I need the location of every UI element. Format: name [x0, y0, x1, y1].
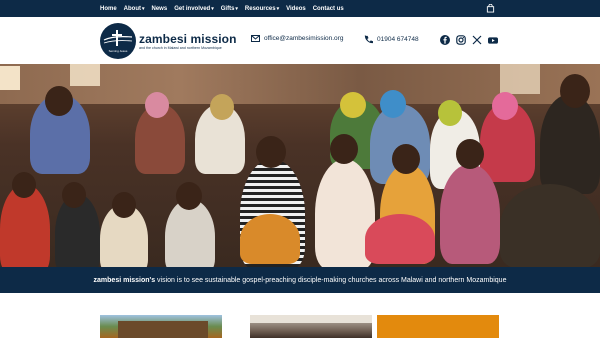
- child-head: [392, 144, 420, 174]
- child: [440, 164, 500, 264]
- nav-item-home[interactable]: Home: [100, 6, 117, 12]
- instagram-icon[interactable]: [456, 35, 466, 45]
- shopping-bag-icon[interactable]: [486, 4, 495, 13]
- chevron-down-icon: ▾: [235, 5, 238, 12]
- social-links: [440, 35, 498, 45]
- chevron-down-icon: ▾: [211, 5, 214, 12]
- email-link[interactable]: office@zambesimission.org: [251, 35, 343, 42]
- headscarf: [145, 92, 169, 118]
- nav-item-videos[interactable]: Videos: [286, 6, 306, 12]
- child-head: [176, 182, 202, 210]
- x-icon[interactable]: [472, 35, 482, 45]
- logo-tagline: and the church in Malawi and northern Mo…: [139, 45, 222, 50]
- person: [540, 94, 600, 194]
- nav-item-resources[interactable]: Resources ▾: [245, 6, 279, 12]
- person: [500, 184, 600, 267]
- hero-image: [0, 64, 600, 267]
- person-head: [560, 74, 590, 108]
- child-head: [456, 139, 484, 169]
- child-head: [62, 182, 86, 208]
- nav-item-news[interactable]: News: [152, 6, 168, 12]
- youtube-icon[interactable]: [488, 35, 498, 45]
- logo-cross-icon: Serving Jesus: [103, 30, 133, 53]
- child-head: [12, 172, 36, 198]
- top-navigation: Home About ▾ News Get involved ▾ Gifts ▾ Re…: [0, 0, 600, 17]
- headscarf: [210, 94, 234, 120]
- logo-title: zambesi mission: [139, 31, 237, 46]
- child-head: [256, 136, 286, 168]
- feature-card-2[interactable]: [250, 315, 372, 338]
- feature-card-3[interactable]: [377, 315, 499, 338]
- chevron-down-icon: ▾: [276, 5, 280, 12]
- vision-statement: zambesi mission's vision is to see susta…: [94, 277, 507, 284]
- headscarf: [380, 90, 406, 118]
- chevron-down-icon: ▾: [142, 5, 145, 12]
- facebook-icon[interactable]: [440, 35, 450, 45]
- phone-icon: [364, 35, 373, 44]
- phone-link[interactable]: 01904 674748: [364, 35, 419, 44]
- site-header: Serving Jesus zambesi mission and the ch…: [0, 17, 600, 64]
- logo-mark: Serving Jesus: [100, 23, 136, 59]
- vision-brand: zambesi mission's: [93, 276, 156, 284]
- child-skirt: [240, 214, 300, 264]
- site-logo[interactable]: Serving Jesus zambesi mission and the ch…: [100, 23, 237, 59]
- nav-item-contact[interactable]: Contact us: [313, 6, 344, 12]
- svg-text:Serving Jesus: Serving Jesus: [109, 49, 128, 53]
- child-head: [330, 134, 358, 164]
- feature-card-1[interactable]: [100, 315, 222, 338]
- child-head: [112, 192, 136, 218]
- nav-menu: Home About ▾ News Get involved ▾ Gifts ▾ Re…: [100, 0, 344, 17]
- nav-item-get-involved[interactable]: Get involved ▾: [174, 6, 214, 12]
- vision-text: vision is to see sustainable gospel-prea…: [155, 276, 507, 284]
- person-head: [45, 86, 73, 116]
- headscarf: [340, 92, 366, 118]
- child-skirt: [365, 214, 435, 264]
- nav-item-about[interactable]: About ▾: [124, 6, 145, 12]
- nav-item-gifts[interactable]: Gifts ▾: [221, 6, 238, 12]
- vision-banner: zambesi mission's vision is to see susta…: [0, 267, 600, 293]
- headscarf: [492, 92, 518, 120]
- envelope-icon: [251, 35, 260, 42]
- headscarf: [438, 100, 462, 126]
